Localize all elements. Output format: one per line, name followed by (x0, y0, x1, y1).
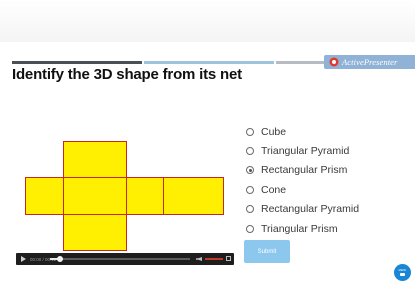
option-label: Rectangular Prism (261, 164, 348, 177)
net-face-right (126, 177, 164, 215)
answer-options: Cube Triangular Pyramid Rectangular Pris… (246, 122, 359, 238)
radio-button[interactable] (246, 127, 254, 136)
option-triangular-pyramid[interactable]: Triangular Pyramid (246, 141, 359, 160)
net-face-left (25, 177, 64, 215)
volume-slider[interactable] (205, 258, 223, 260)
radio-button[interactable] (246, 166, 254, 175)
play-icon[interactable] (21, 256, 26, 262)
option-rectangular-pyramid[interactable]: Rectangular Pyramid (246, 200, 359, 219)
fullscreen-icon[interactable] (226, 256, 231, 261)
progress-segment-completed (12, 61, 142, 64)
top-header (0, 0, 415, 42)
question-title: Identify the 3D shape from its net (12, 66, 242, 83)
option-label: Triangular Prism (261, 222, 338, 235)
progress-segment-remaining (276, 61, 324, 64)
seek-handle[interactable] (56, 256, 63, 262)
option-triangular-prism[interactable]: Triangular Prism (246, 219, 359, 238)
option-cube[interactable]: Cube (246, 122, 359, 141)
net-face-top (63, 141, 127, 178)
net-face-front (63, 177, 127, 215)
video-player-bar: 00:00 / 00:12 (16, 253, 234, 265)
option-label: Cone (261, 183, 287, 196)
submit-button[interactable]: Submit (244, 240, 290, 263)
option-label: Cube (261, 125, 287, 138)
net-face-bottom (63, 214, 127, 251)
net-face-back (163, 177, 224, 215)
progress-segment-current (144, 61, 274, 64)
menu-label: MENU (398, 269, 407, 272)
seek-bar[interactable] (50, 256, 190, 262)
option-rectangular-prism[interactable]: Rectangular Prism (246, 161, 359, 180)
activepresenter-logo-icon (329, 57, 339, 67)
volume-icon[interactable] (196, 257, 202, 261)
radio-button[interactable] (246, 224, 254, 233)
option-label: Rectangular Pyramid (261, 203, 360, 216)
brand-name: ActivePresenter (342, 57, 398, 67)
option-label: Triangular Pyramid (261, 145, 350, 158)
brand-badge: ActivePresenter (324, 55, 415, 69)
menu-icon (400, 273, 405, 276)
menu-button[interactable]: MENU (394, 264, 411, 281)
radio-button[interactable] (246, 185, 254, 194)
radio-button[interactable] (246, 147, 254, 156)
option-cone[interactable]: Cone (246, 180, 359, 199)
radio-button[interactable] (246, 205, 254, 214)
